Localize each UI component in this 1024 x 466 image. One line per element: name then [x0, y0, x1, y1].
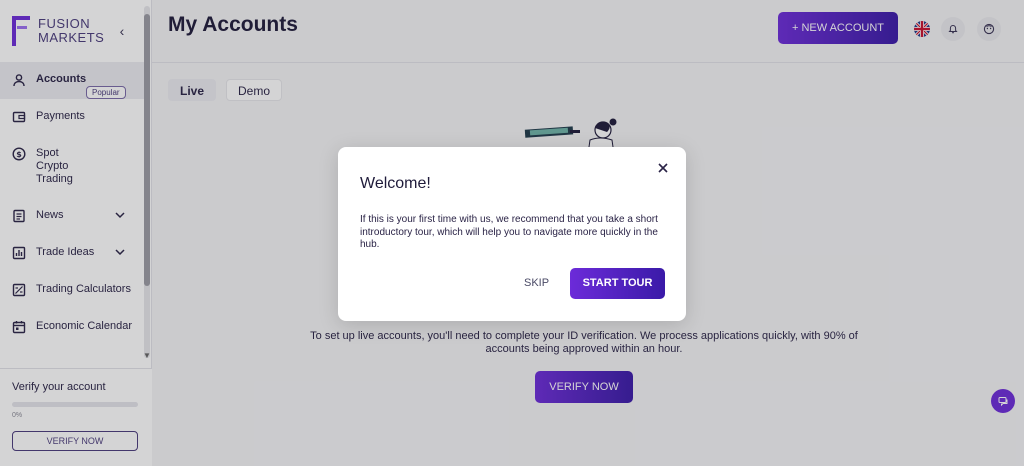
- dialog-body: If this is your first time with us, we r…: [360, 214, 658, 250]
- skip-button[interactable]: SKIP: [524, 277, 549, 289]
- start-tour-button[interactable]: START TOUR: [570, 268, 665, 299]
- close-icon[interactable]: [656, 161, 670, 175]
- dialog-title: Welcome!: [360, 175, 431, 192]
- welcome-dialog: Welcome! If this is your first time with…: [338, 147, 686, 321]
